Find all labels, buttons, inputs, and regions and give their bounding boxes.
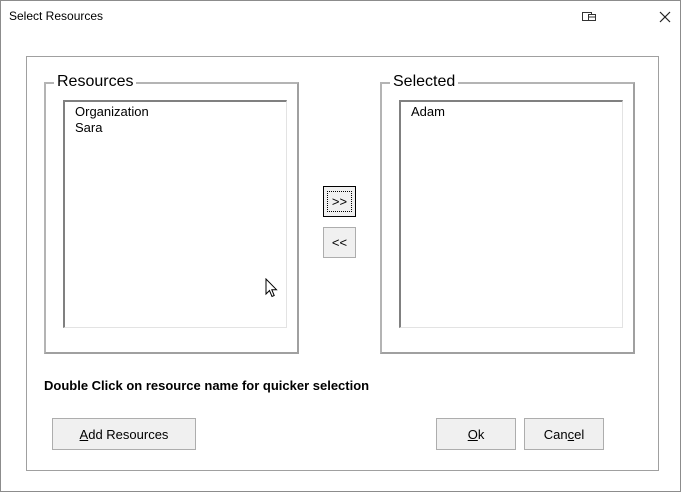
- cancel-button[interactable]: Cancel: [524, 418, 604, 450]
- add-resources-label: Add Resources: [80, 427, 169, 442]
- mouse-pointer-icon: [265, 277, 279, 303]
- dialog-title: Select Resources: [9, 9, 104, 23]
- close-icon[interactable]: [650, 6, 680, 28]
- cancel-label-pre: Can: [543, 426, 568, 442]
- add-resources-button[interactable]: Add Resources: [52, 418, 196, 450]
- resources-group: Resources Organization Sara: [44, 73, 299, 354]
- selected-listbox[interactable]: Adam: [399, 100, 623, 328]
- remove-from-selected-button[interactable]: <<: [323, 227, 356, 258]
- ok-label-rest: k: [477, 426, 485, 442]
- add-to-selected-button[interactable]: >>: [323, 186, 356, 217]
- ok-label: Ok: [468, 427, 485, 442]
- list-item[interactable]: Adam: [401, 104, 622, 120]
- ok-mnemonic: O: [467, 426, 478, 442]
- selected-group-label: Selected: [390, 73, 459, 91]
- cancel-label: Cancel: [544, 427, 584, 442]
- title-bar: Select Resources: [1, 1, 680, 33]
- add-resources-label-rest: dd Resources: [88, 426, 169, 442]
- window-switch-icon[interactable]: [574, 6, 604, 28]
- ok-button[interactable]: Ok: [436, 418, 516, 450]
- select-resources-dialog: Select Resources Resources Organization …: [0, 0, 681, 492]
- list-item[interactable]: Organization: [65, 104, 286, 120]
- selection-hint: Double Click on resource name for quicke…: [44, 378, 370, 393]
- cancel-label-post: el: [574, 426, 585, 442]
- add-to-selected-label: >>: [326, 191, 353, 212]
- resources-listbox[interactable]: Organization Sara: [63, 100, 287, 328]
- selected-group: Selected Adam: [380, 73, 635, 354]
- add-resources-mnemonic: A: [79, 426, 89, 442]
- list-item[interactable]: Sara: [65, 120, 286, 136]
- resources-group-label: Resources: [54, 73, 137, 91]
- remove-from-selected-label: <<: [331, 235, 348, 250]
